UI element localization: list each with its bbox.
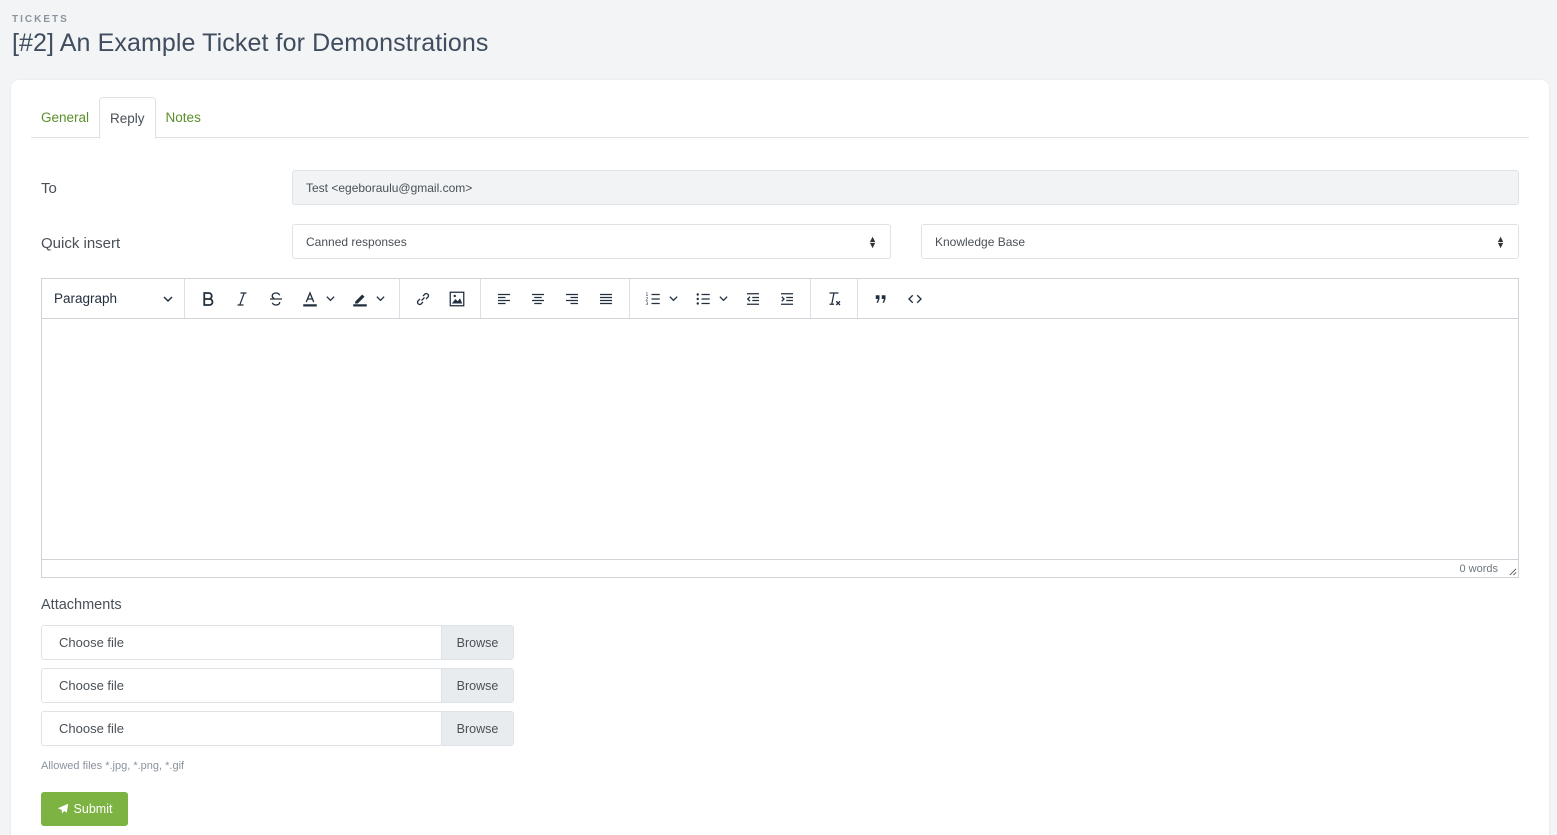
align-center-button[interactable]	[521, 284, 555, 314]
italic-button[interactable]	[225, 284, 259, 314]
toolbar-group-format: Paragraph	[42, 279, 185, 318]
code-icon	[908, 294, 922, 303]
outdent-button[interactable]	[736, 284, 770, 314]
browse-button[interactable]: Browse	[441, 669, 513, 702]
clear-formatting-icon	[829, 291, 841, 305]
file-placeholder[interactable]: Choose file	[42, 669, 441, 702]
to-label: To	[41, 180, 57, 197]
align-left-icon	[498, 293, 510, 304]
align-justify-button[interactable]	[589, 284, 623, 314]
highlight-icon	[353, 294, 367, 306]
toolbar-group-text	[185, 279, 400, 318]
rich-text-editor: Paragraph 1 2 3 0 words	[41, 278, 1519, 578]
paper-plane-icon	[57, 803, 68, 814]
submit-label: Submit	[73, 802, 113, 816]
italic-icon	[237, 291, 247, 306]
align-right-button[interactable]	[555, 284, 589, 314]
file-input-2[interactable]: Choose file Browse	[41, 668, 514, 703]
bullet-list-button[interactable]	[686, 284, 736, 314]
strikethrough-icon	[270, 291, 282, 306]
editor-content-area[interactable]	[42, 319, 1518, 559]
svg-text:3: 3	[646, 301, 649, 307]
toolbar-group-insert	[400, 279, 481, 318]
indent-button[interactable]	[770, 284, 804, 314]
outdent-icon	[746, 292, 759, 305]
editor-statusbar: 0 words	[42, 559, 1518, 577]
knowledge-base-select[interactable]: Knowledge Base ▲ ▼	[921, 224, 1519, 259]
browse-button[interactable]: Browse	[441, 626, 513, 659]
tab-notes[interactable]: Notes	[156, 97, 211, 138]
tab-bar: General Reply Notes	[31, 97, 1529, 139]
align-left-button[interactable]	[487, 284, 521, 314]
to-field[interactable]: Test <egeboraulu@gmail.com>	[292, 170, 1519, 205]
chevron-down-icon	[376, 296, 385, 302]
link-button[interactable]	[406, 284, 440, 314]
bullet-list-icon	[696, 292, 710, 305]
clear-formatting-button[interactable]	[817, 284, 851, 314]
submit-button[interactable]: Submit	[41, 792, 128, 826]
bold-icon	[203, 291, 214, 306]
align-right-icon	[566, 293, 578, 304]
ticket-card: General Reply Notes To Test <egeboraulu@…	[11, 80, 1549, 835]
browse-button[interactable]: Browse	[441, 712, 513, 745]
toolbar-group-clear	[811, 279, 858, 318]
chevron-down-icon	[719, 296, 728, 302]
attachments-label: Attachments	[41, 597, 122, 613]
word-count: 0 words	[1459, 562, 1498, 575]
chevron-down-icon	[669, 296, 678, 302]
strikethrough-button[interactable]	[259, 284, 293, 314]
numbered-list-button[interactable]: 123	[636, 284, 686, 314]
section-label: TICKETS	[12, 14, 69, 25]
file-input-3[interactable]: Choose file Browse	[41, 711, 514, 746]
allowed-files-hint: Allowed files *.jpg, *.png, *.gif	[41, 760, 185, 772]
align-center-icon	[532, 293, 544, 304]
knowledge-base-value: Knowledge Base	[935, 234, 1026, 249]
toolbar-group-lists: 123	[630, 279, 811, 318]
chevron-down-icon	[163, 295, 173, 302]
select-arrows-icon: ▲ ▼	[868, 233, 877, 250]
editor-toolbar: Paragraph 1 2 3	[42, 279, 1518, 319]
tab-reply[interactable]: Reply	[99, 97, 156, 139]
canned-responses-value: Canned responses	[306, 234, 407, 249]
toolbar-group-misc	[858, 279, 938, 318]
text-color-button[interactable]	[293, 284, 343, 314]
bold-button[interactable]	[191, 284, 225, 314]
toolbar-group-align	[481, 279, 630, 318]
link-icon	[416, 292, 430, 305]
tab-general[interactable]: General	[31, 97, 99, 138]
image-icon	[449, 291, 465, 306]
quick-insert-label: Quick insert	[41, 235, 121, 252]
highlight-button[interactable]	[343, 284, 393, 314]
file-input-1[interactable]: Choose file Browse	[41, 625, 514, 660]
source-code-button[interactable]	[898, 284, 932, 314]
page-header: TICKETS [#2] An Example Ticket for Demon…	[12, 14, 489, 58]
page-title: [#2] An Example Ticket for Demonstration…	[12, 29, 489, 57]
file-placeholder[interactable]: Choose file	[42, 626, 441, 659]
indent-icon	[781, 292, 793, 305]
file-placeholder[interactable]: Choose file	[42, 712, 441, 745]
resize-handle-icon[interactable]	[1508, 567, 1517, 576]
blockquote-icon	[875, 294, 886, 303]
block-format-select[interactable]: Paragraph	[48, 284, 178, 314]
blockquote-button[interactable]	[864, 284, 898, 314]
numbered-list-icon: 123	[646, 292, 660, 307]
text-color-icon	[303, 290, 317, 306]
align-justify-icon	[600, 293, 612, 304]
select-arrows-icon: ▲ ▼	[1496, 233, 1505, 250]
canned-responses-select[interactable]: Canned responses ▲ ▼	[292, 224, 891, 259]
block-format-value: Paragraph	[54, 291, 118, 306]
image-button[interactable]	[440, 284, 474, 314]
chevron-down-icon	[326, 296, 335, 302]
